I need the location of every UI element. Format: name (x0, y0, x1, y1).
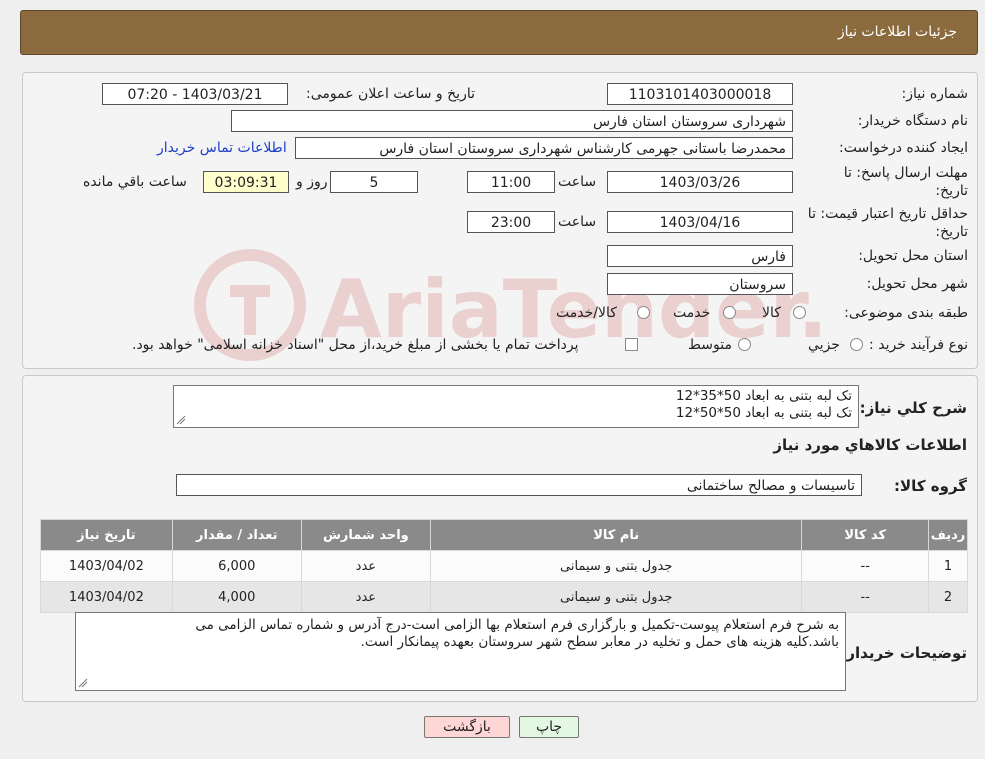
days-label: روز و (296, 174, 328, 190)
validity-time-field: 23:00 (467, 211, 555, 233)
cell-name: جدول بتنی و سیمانی (429, 550, 803, 582)
cell-unit: عدد (300, 581, 432, 613)
creator-label: ایجاد کننده درخواست: (839, 140, 968, 156)
col-qty-header: تعداد / مقدار (171, 519, 302, 551)
summary-textarea[interactable]: تک لبه بتنی به ابعاد 50*35*12 تک لبه بتن… (173, 385, 859, 428)
buyer-org-field: شهرداری سروستان استان فارس (231, 110, 793, 132)
remaining-time-field: 03:09:31 (203, 171, 289, 193)
category-goods-service-label: کالا/خدمت (556, 305, 617, 321)
goods-group-label: گروه کالا: (894, 477, 967, 495)
summary-label: شرح کلي نياز: (859, 399, 967, 417)
treasury-payment-note: پرداخت تمام یا بخشی از مبلغ خرید،از محل … (132, 337, 579, 353)
print-button[interactable]: چاپ (519, 716, 579, 738)
category-label: طبقه بندی موضوعی: (844, 305, 968, 321)
summary-line-2: تک لبه بتنی به ابعاد 50*50*12 (675, 405, 852, 421)
category-goods-service-radio[interactable] (637, 306, 650, 319)
deadline-time-field: 11:00 (467, 171, 555, 193)
cell-qty: 4,000 (171, 581, 302, 613)
resize-handle-icon[interactable] (176, 415, 186, 425)
cell-date: 1403/04/02 (40, 550, 173, 582)
col-name-header: نام کالا (429, 519, 803, 551)
buyer-org-label: نام دستگاه خریدار: (857, 113, 968, 129)
city-field: سروستان (607, 273, 793, 295)
cell-qty: 6,000 (171, 550, 302, 582)
goods-group-field: تاسیسات و مصالح ساختمانی (176, 474, 862, 496)
category-goods-label: کالا (762, 305, 781, 321)
process-minor-label: جزیي (808, 337, 840, 353)
goods-table: رديف کد کالا نام کالا واحد شمارش تعداد /… (40, 519, 968, 613)
col-date-header: تاریخ نیاز (40, 519, 173, 551)
deadline-time-label: ساعت (558, 174, 597, 190)
buyer-notes-line-1: به شرح فرم استعلام پیوست-تکمیل و بارگزار… (195, 617, 839, 633)
validity-time-label: ساعت (558, 214, 597, 230)
province-field: فارس (607, 245, 793, 267)
city-label: شهر محل تحویل: (866, 276, 968, 292)
deadline-date-field: 1403/03/26 (607, 171, 793, 193)
process-label: نوع فرآیند خرید : (869, 337, 968, 353)
cell-date: 1403/04/02 (40, 581, 173, 613)
treasury-payment-checkbox[interactable] (625, 338, 638, 351)
need-number-label: شماره نیاز: (901, 86, 969, 102)
validity-label-line2: تاریخ: (935, 224, 968, 240)
validity-date-field: 1403/04/16 (607, 211, 793, 233)
category-service-radio[interactable] (723, 306, 736, 319)
cell-code: -- (801, 581, 930, 613)
buyer-notes-line-2: باشد.کلیه هزینه های حمل و تخلیه در معابر… (360, 634, 839, 650)
col-code-header: کد کالا (801, 519, 930, 551)
cell-unit: عدد (300, 550, 432, 582)
cell-row: 2 (928, 581, 968, 613)
page-title: جزئیات اطلاعات نیاز (837, 24, 957, 40)
back-button[interactable]: بازگشت (424, 716, 510, 738)
province-label: استان محل تحویل: (858, 248, 968, 264)
remaining-time-label: ساعت باقي مانده (83, 174, 187, 190)
announce-date-label: تاریخ و ساعت اعلان عمومی: (306, 86, 475, 102)
buyer-contact-link[interactable]: اطلاعات تماس خریدار (157, 140, 287, 156)
summary-line-1: تک لبه بتنی به ابعاد 50*35*12 (675, 388, 852, 404)
process-minor-radio[interactable] (850, 338, 863, 351)
category-goods-radio[interactable] (793, 306, 806, 319)
validity-label: حداقل تاریخ اعتبار قیمت: تا (807, 206, 968, 222)
table-row: 1 -- جدول بتنی و سیمانی عدد 6,000 1403/0… (40, 550, 968, 582)
goods-section-title: اطلاعات کالاهاي مورد نياز (773, 436, 967, 454)
process-medium-radio[interactable] (738, 338, 751, 351)
table-row: 2 -- جدول بتنی و سیمانی عدد 4,000 1403/0… (40, 581, 968, 613)
creator-field: محمدرضا باستانی جهرمی کارشناس شهرداری سر… (295, 137, 793, 159)
col-row-header: رديف (928, 519, 968, 551)
buyer-notes-label: توضیحات خریدار: (840, 644, 967, 662)
buyer-notes-textarea[interactable]: به شرح فرم استعلام پیوست-تکمیل و بارگزار… (75, 612, 846, 691)
deadline-label: مهلت ارسال پاسخ: تا (843, 165, 968, 181)
cell-name: جدول بتنی و سیمانی (429, 581, 803, 613)
cell-code: -- (801, 550, 930, 582)
cell-row: 1 (928, 550, 968, 582)
process-medium-label: متوسط (688, 337, 732, 353)
goods-table-header: رديف کد کالا نام کالا واحد شمارش تعداد /… (40, 519, 968, 551)
need-number-field: 1103101403000018 (607, 83, 793, 105)
col-unit-header: واحد شمارش (300, 519, 432, 551)
days-remaining-field: 5 (330, 171, 418, 193)
page-header: جزئیات اطلاعات نیاز (20, 10, 978, 55)
deadline-label-line2: تاریخ: (935, 183, 968, 199)
category-service-label: خدمت (673, 305, 711, 321)
resize-handle-icon[interactable] (78, 678, 88, 688)
announce-date-field: 1403/03/21 - 07:20 (102, 83, 288, 105)
